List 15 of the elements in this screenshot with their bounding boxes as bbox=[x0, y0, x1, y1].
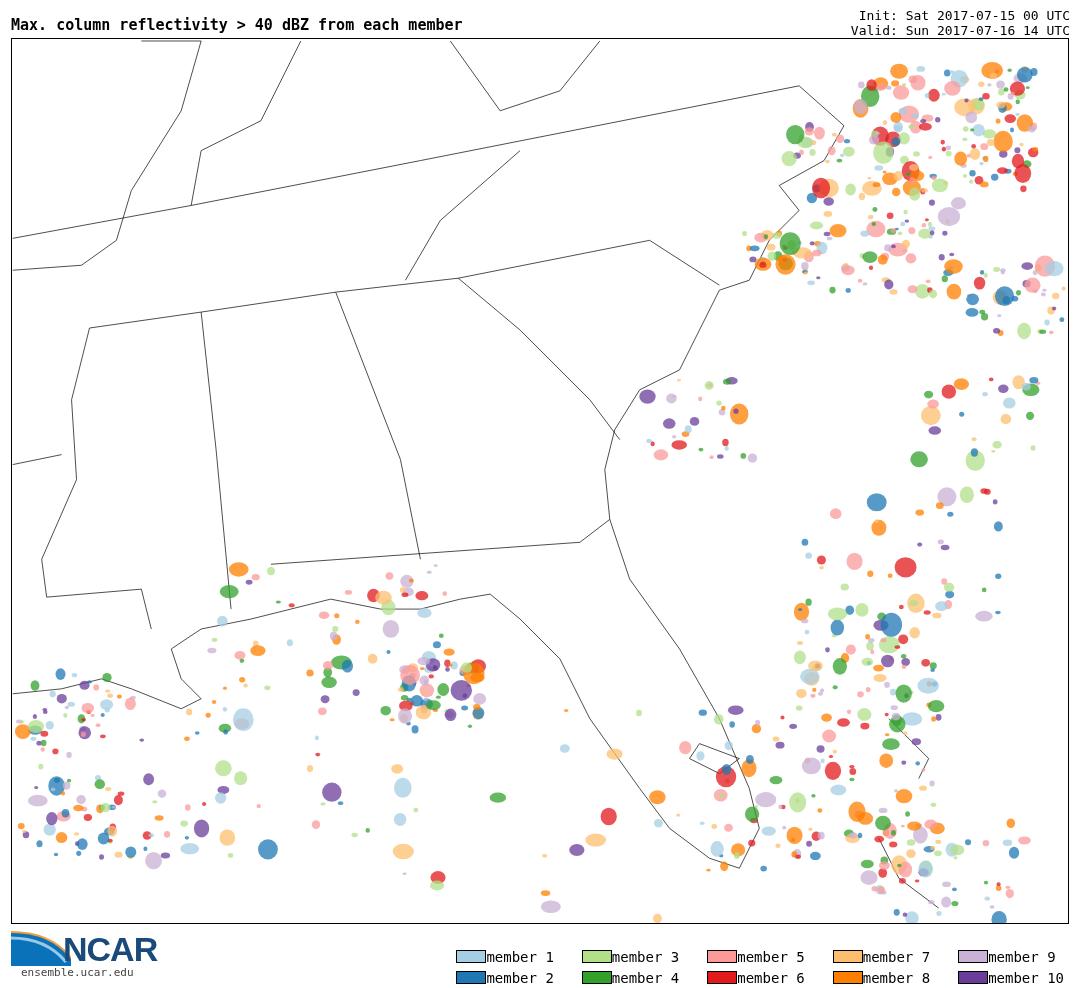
legend-label: member 5 bbox=[737, 948, 805, 965]
legend-label: member 3 bbox=[611, 948, 680, 965]
init-time: Init: Sat 2017-07-15 00 UTC bbox=[858, 7, 1070, 23]
legend-label: member 1 bbox=[486, 948, 554, 965]
legend-label: member 9 bbox=[988, 948, 1056, 965]
map-title: Max. column reflectivity > 40 dBZ from each member bbox=[11, 15, 463, 36]
legend-label: member 10 bbox=[988, 969, 1064, 986]
legend-label: member 7 bbox=[862, 948, 931, 965]
logo-wordmark: NCAR bbox=[63, 932, 158, 966]
valid-time: Valid: Sun 2017-07-16 14 UTC bbox=[850, 22, 1070, 38]
legend-label: member 4 bbox=[611, 969, 680, 986]
legend-label: member 8 bbox=[862, 969, 931, 986]
site-url: ensemble.ucar.edu bbox=[21, 966, 135, 979]
legend-label: member 6 bbox=[737, 969, 805, 986]
legend-label: member 2 bbox=[486, 969, 554, 986]
